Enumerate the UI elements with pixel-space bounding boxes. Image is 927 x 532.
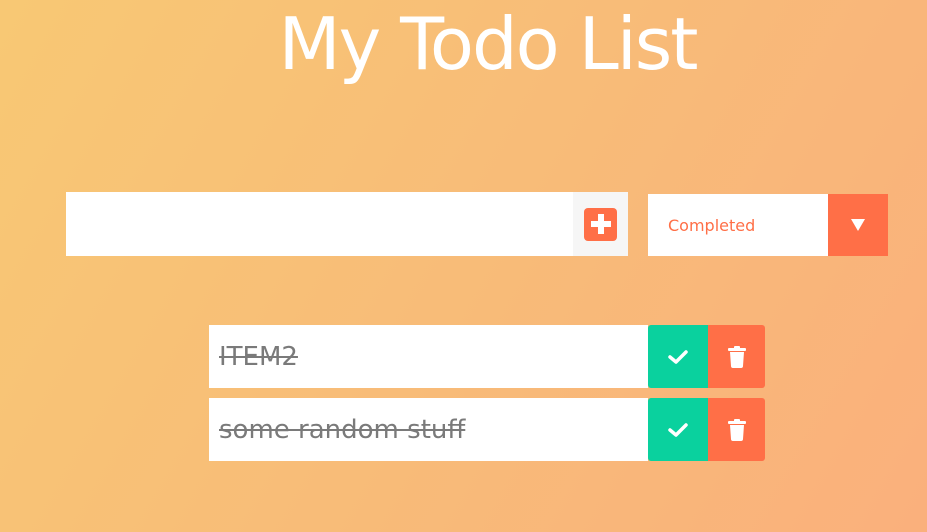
page-title: My Todo List xyxy=(278,2,699,86)
todo-item: ITEM2 xyxy=(209,325,765,388)
check-icon xyxy=(668,422,688,437)
complete-button[interactable] xyxy=(648,398,708,461)
caret-down-icon xyxy=(851,219,865,231)
filter-select[interactable]: Completed xyxy=(648,194,888,256)
filter-dropdown-button[interactable] xyxy=(828,194,888,256)
filter-selected-value: Completed xyxy=(668,215,756,235)
delete-button[interactable] xyxy=(708,398,765,461)
todo-item-text: some random stuff xyxy=(209,398,648,461)
delete-button[interactable] xyxy=(708,325,765,388)
check-icon xyxy=(668,349,688,364)
todo-item-text: ITEM2 xyxy=(209,325,648,388)
complete-button[interactable] xyxy=(648,325,708,388)
todo-input[interactable] xyxy=(66,192,573,256)
add-todo-button[interactable] xyxy=(573,192,628,256)
trash-icon xyxy=(727,418,746,441)
todo-item: some random stuff xyxy=(209,398,765,461)
trash-icon xyxy=(727,345,746,368)
plus-square-icon xyxy=(584,207,617,241)
todo-list: ITEM2 some random stuff xyxy=(209,325,765,471)
